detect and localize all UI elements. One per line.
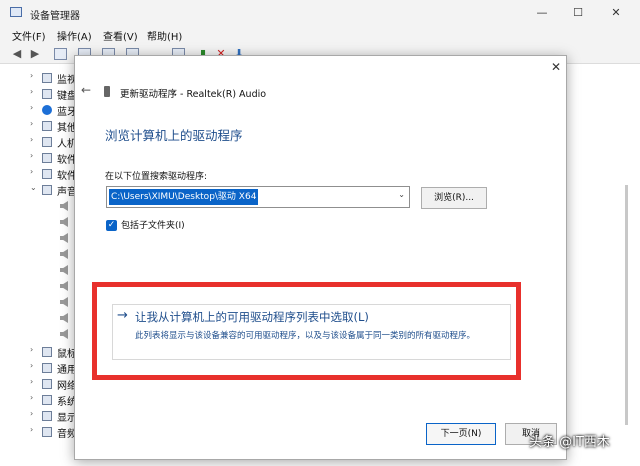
expand-arrow-icon[interactable]: › bbox=[30, 71, 33, 80]
software-device-icon bbox=[42, 169, 52, 179]
include-subfolders-checkbox[interactable]: ✓ bbox=[106, 220, 117, 231]
collapse-arrow-icon[interactable]: ⌄ bbox=[30, 183, 37, 192]
dialog-title: 更新驱动程序 - Realtek(R) Audio bbox=[120, 89, 267, 100]
expand-arrow-icon[interactable]: › bbox=[30, 377, 33, 386]
pick-from-list-link[interactable]: → 让我从计算机上的可用驱动程序列表中选取(L) 此列表将显示与该设备兼容的可用… bbox=[112, 304, 511, 360]
browse-button[interactable]: 浏览(R)... bbox=[421, 187, 487, 209]
speaker-icon bbox=[60, 201, 68, 211]
menu-help[interactable]: 帮助(H) bbox=[147, 28, 182, 43]
menubar: 文件(F) 操作(A) 查看(V) 帮助(H) bbox=[0, 26, 640, 44]
update-driver-dialog: ✕ ← 更新驱动程序 - Realtek(R) Audio 浏览计算机上的驱动程… bbox=[74, 55, 567, 460]
software-component-icon bbox=[42, 153, 52, 163]
driver-path-combobox[interactable]: C:\Users\XIMU\Desktop\驱动 X64 ⌄ bbox=[106, 186, 410, 208]
minimize-icon[interactable]: — bbox=[531, 4, 553, 22]
menu-action[interactable]: 操作(A) bbox=[57, 28, 92, 43]
expand-arrow-icon[interactable]: › bbox=[30, 151, 33, 160]
back-arrow-icon[interactable]: ← bbox=[81, 83, 91, 97]
speaker-icon bbox=[60, 313, 68, 323]
expand-arrow-icon[interactable]: › bbox=[30, 425, 33, 434]
arrow-right-icon: → bbox=[117, 308, 128, 323]
keyboard-icon bbox=[42, 89, 52, 99]
menu-view[interactable]: 查看(V) bbox=[103, 28, 138, 43]
speaker-icon bbox=[60, 265, 68, 275]
network-icon bbox=[42, 379, 52, 389]
pick-from-list-title[interactable]: 让我从计算机上的可用驱动程序列表中选取(L) bbox=[135, 309, 369, 325]
expand-arrow-icon[interactable]: › bbox=[30, 345, 33, 354]
background-panel bbox=[560, 65, 640, 466]
hid-icon bbox=[42, 137, 52, 147]
sound-icon bbox=[42, 185, 52, 195]
expand-arrow-icon[interactable]: › bbox=[30, 409, 33, 418]
expand-arrow-icon[interactable]: › bbox=[30, 103, 33, 112]
highlight-annotation: → 让我从计算机上的可用驱动程序列表中选取(L) 此列表将显示与该设备兼容的可用… bbox=[92, 282, 521, 380]
other-devices-icon bbox=[42, 121, 52, 131]
speaker-icon bbox=[60, 329, 68, 339]
expand-arrow-icon[interactable]: › bbox=[30, 167, 33, 176]
search-location-label: 在以下位置搜索驱动程序: bbox=[105, 172, 208, 182]
dialog-close-icon[interactable]: ✕ bbox=[548, 59, 564, 75]
menu-file[interactable]: 文件(F) bbox=[12, 28, 46, 43]
next-button[interactable]: 下一页(N) bbox=[426, 423, 496, 445]
chevron-down-icon[interactable]: ⌄ bbox=[398, 190, 405, 199]
speaker-icon bbox=[60, 281, 68, 291]
pick-from-list-description: 此列表将显示与该设备兼容的可用驱动程序，以及与该设备属于同一类别的所有驱动程序。 bbox=[135, 331, 476, 341]
window-title: 设备管理器 bbox=[30, 11, 80, 22]
expand-arrow-icon[interactable]: › bbox=[30, 87, 33, 96]
window-titlebar: 设备管理器 — ☐ ✕ bbox=[0, 0, 640, 26]
speaker-icon bbox=[60, 233, 68, 243]
device-manager-icon bbox=[10, 7, 22, 17]
bluetooth-icon bbox=[42, 105, 52, 115]
display-adapter-icon bbox=[42, 411, 52, 421]
driver-path-input[interactable]: C:\Users\XIMU\Desktop\驱动 X64 bbox=[109, 189, 259, 205]
expand-arrow-icon[interactable]: › bbox=[30, 119, 33, 128]
speaker-icon bbox=[60, 297, 68, 307]
include-subfolders-label[interactable]: 包括子文件夹(I) bbox=[121, 218, 185, 231]
watermark: 头条 @IT西木 bbox=[529, 435, 610, 450]
speaker-icon bbox=[60, 217, 68, 227]
mouse-icon bbox=[42, 347, 52, 357]
audio-io-icon bbox=[42, 427, 52, 437]
expand-arrow-icon[interactable]: › bbox=[30, 135, 33, 144]
speaker-icon bbox=[60, 249, 68, 259]
console-tree-icon[interactable] bbox=[54, 48, 67, 60]
close-icon[interactable]: ✕ bbox=[605, 4, 627, 22]
maximize-icon[interactable]: ☐ bbox=[567, 4, 589, 22]
page-heading: 浏览计算机上的驱动程序 bbox=[105, 128, 243, 143]
scrollbar[interactable] bbox=[625, 185, 628, 425]
system-icon bbox=[42, 395, 52, 405]
audio-device-icon bbox=[104, 86, 110, 97]
back-arrow-icon[interactable]: ◀ bbox=[10, 47, 24, 61]
usb-icon bbox=[42, 363, 52, 373]
monitor-icon bbox=[42, 73, 52, 83]
expand-arrow-icon[interactable]: › bbox=[30, 361, 33, 370]
forward-arrow-icon[interactable]: ▶ bbox=[28, 47, 42, 61]
expand-arrow-icon[interactable]: › bbox=[30, 393, 33, 402]
